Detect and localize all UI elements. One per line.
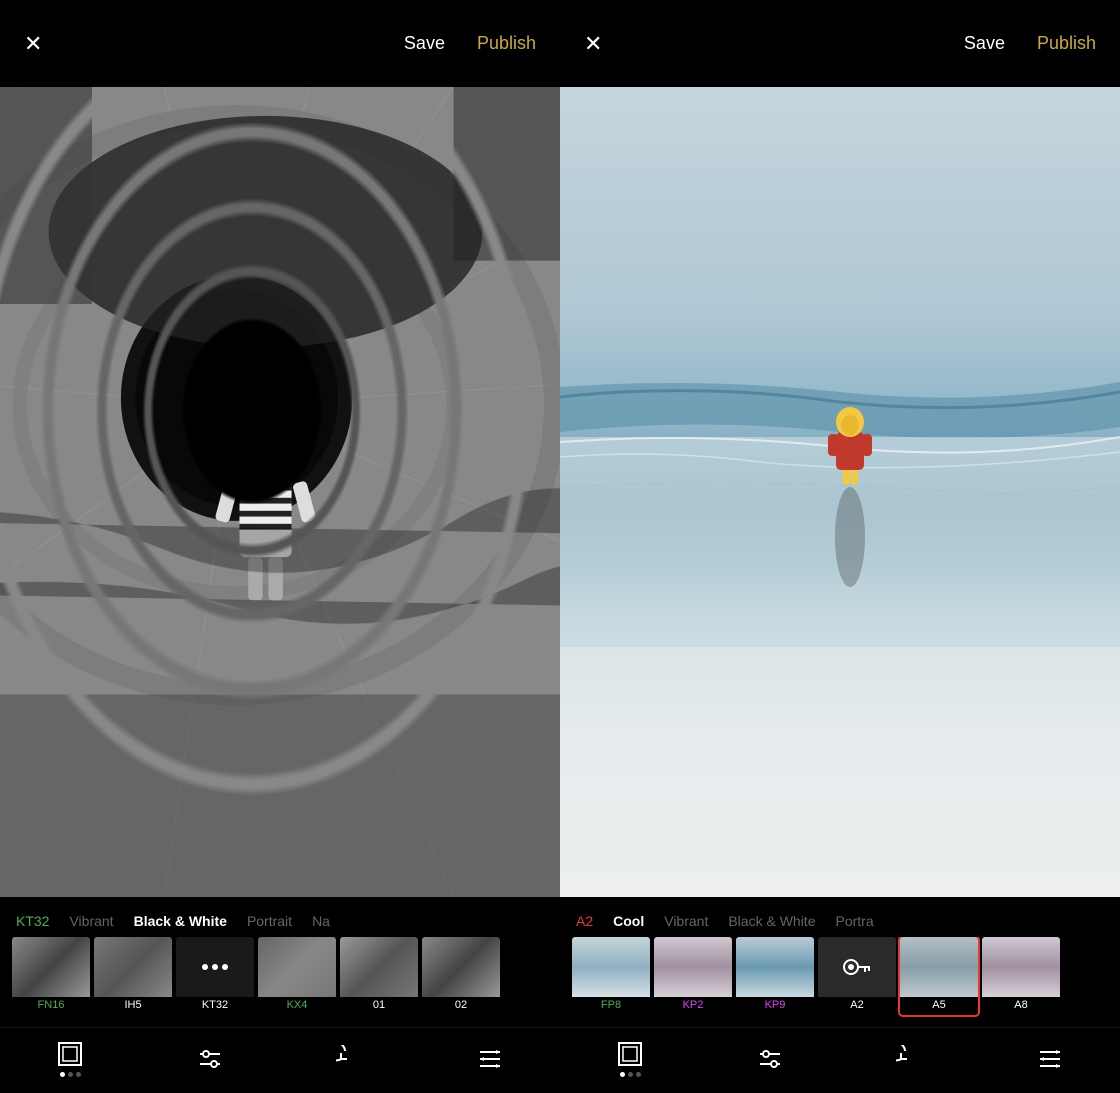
right-adjust-tool[interactable] (756, 1045, 784, 1073)
left-header-actions: Save Publish (404, 33, 536, 54)
left-history-tool[interactable] (336, 1045, 364, 1073)
left-photo-area (0, 87, 560, 897)
right-photo-beach (560, 87, 1120, 897)
filter-thumb-kx4-img (258, 937, 336, 997)
right-category-bw[interactable]: Black & White (728, 913, 815, 929)
filter-thumb-kp9[interactable]: KP9 (736, 937, 814, 1015)
right-header: ✕ Save Publish (560, 0, 1120, 87)
filter-thumb-a5[interactable]: A5 (900, 937, 978, 1015)
right-category-cool[interactable]: Cool (613, 913, 644, 929)
dot-1 (202, 964, 208, 970)
right-filter-categories: A2 Cool Vibrant Black & White Portra (560, 897, 1120, 937)
filter-thumb-a8[interactable]: A8 (982, 937, 1060, 1015)
filter-thumb-01[interactable]: 01 (340, 937, 418, 1015)
left-category-bw[interactable]: Black & White (134, 913, 227, 929)
left-header: ✕ Save Publish (0, 0, 560, 87)
filter-thumb-02[interactable]: 02 (422, 937, 500, 1015)
filter-thumb-kt32-label: KT32 (176, 999, 254, 1011)
right-filter-thumbnails: FP8 KP2 KP9 (560, 937, 1120, 1027)
filter-thumb-02-label: 02 (422, 999, 500, 1011)
right-category-vibrant[interactable]: Vibrant (664, 913, 708, 929)
right-tool-bar (560, 1027, 1120, 1093)
left-category-kt32[interactable]: KT32 (16, 913, 49, 929)
left-frame-tool[interactable] (56, 1040, 84, 1077)
filter-thumb-01-label: 01 (340, 999, 418, 1011)
left-close-button[interactable]: ✕ (24, 33, 42, 55)
filter-thumb-kp2-img (654, 937, 732, 997)
left-publish-button[interactable]: Publish (477, 33, 536, 54)
filter-thumb-a2-label: A2 (818, 999, 896, 1011)
right-photo-area (560, 87, 1120, 897)
left-filter-thumbnails: FN16 IH5 KT32 KX (0, 937, 560, 1027)
right-history-tool[interactable] (896, 1045, 924, 1073)
left-filter-categories: KT32 Vibrant Black & White Portrait Na (0, 897, 560, 937)
three-dots-icon (202, 964, 228, 970)
filter-thumb-kt32[interactable]: KT32 (176, 937, 254, 1015)
filter-thumb-a2-icon-area (818, 937, 896, 997)
filter-thumb-a2[interactable]: A2 (818, 937, 896, 1015)
filter-thumb-kt32-icon (176, 937, 254, 997)
filter-thumb-a5-label: A5 (900, 999, 978, 1011)
right-save-button[interactable]: Save (964, 33, 1005, 54)
filter-thumb-fn16-img (12, 937, 90, 997)
left-category-vibrant[interactable]: Vibrant (69, 913, 113, 929)
filter-thumb-ih5[interactable]: IH5 (94, 937, 172, 1015)
dot-3 (222, 964, 228, 970)
right-category-a2[interactable]: A2 (576, 913, 593, 929)
left-filter-tool[interactable] (476, 1045, 504, 1073)
filter-thumb-ih5-label: IH5 (94, 999, 172, 1011)
filter-thumb-kx4-label: KX4 (258, 999, 336, 1011)
filter-thumb-02-img (422, 937, 500, 997)
right-category-portrait[interactable]: Portra (835, 913, 873, 929)
filter-thumb-a5-img (900, 937, 978, 997)
right-header-actions: Save Publish (964, 33, 1096, 54)
left-category-na[interactable]: Na (312, 913, 330, 929)
filter-thumb-fn16-label: FN16 (12, 999, 90, 1011)
right-publish-button[interactable]: Publish (1037, 33, 1096, 54)
filter-thumb-a8-img (982, 937, 1060, 997)
left-bottom-area: KT32 Vibrant Black & White Portrait Na F… (0, 897, 560, 1093)
filter-thumb-kp2[interactable]: KP2 (654, 937, 732, 1015)
left-photo-bw (0, 87, 560, 897)
right-close-button[interactable]: ✕ (584, 33, 602, 55)
filter-thumb-01-img (340, 937, 418, 997)
left-tool-bar (0, 1027, 560, 1093)
filter-thumb-fp8-label: FP8 (572, 999, 650, 1011)
filter-thumb-ih5-img (94, 937, 172, 997)
filter-thumb-fn16[interactable]: FN16 (12, 937, 90, 1015)
filter-thumb-kx4[interactable]: KX4 (258, 937, 336, 1015)
dot-2 (212, 964, 218, 970)
filter-thumb-fp8[interactable]: FP8 (572, 937, 650, 1015)
filter-thumb-a8-label: A8 (982, 999, 1060, 1011)
left-adjust-tool[interactable] (196, 1045, 224, 1073)
right-frame-tool-dots (620, 1072, 641, 1077)
filter-thumb-kp9-label: KP9 (736, 999, 814, 1011)
right-bottom-area: A2 Cool Vibrant Black & White Portra FP8… (560, 897, 1120, 1093)
right-panel: ✕ Save Publish (560, 0, 1120, 1093)
left-panel: ✕ Save Publish (0, 0, 560, 1093)
left-save-button[interactable]: Save (404, 33, 445, 54)
filter-thumb-kp9-img (736, 937, 814, 997)
right-filter-tool[interactable] (1036, 1045, 1064, 1073)
left-category-portrait[interactable]: Portrait (247, 913, 292, 929)
filter-thumb-kp2-label: KP2 (654, 999, 732, 1011)
right-frame-tool[interactable] (616, 1040, 644, 1077)
filter-thumb-fp8-img (572, 937, 650, 997)
frame-tool-dots (60, 1072, 81, 1077)
